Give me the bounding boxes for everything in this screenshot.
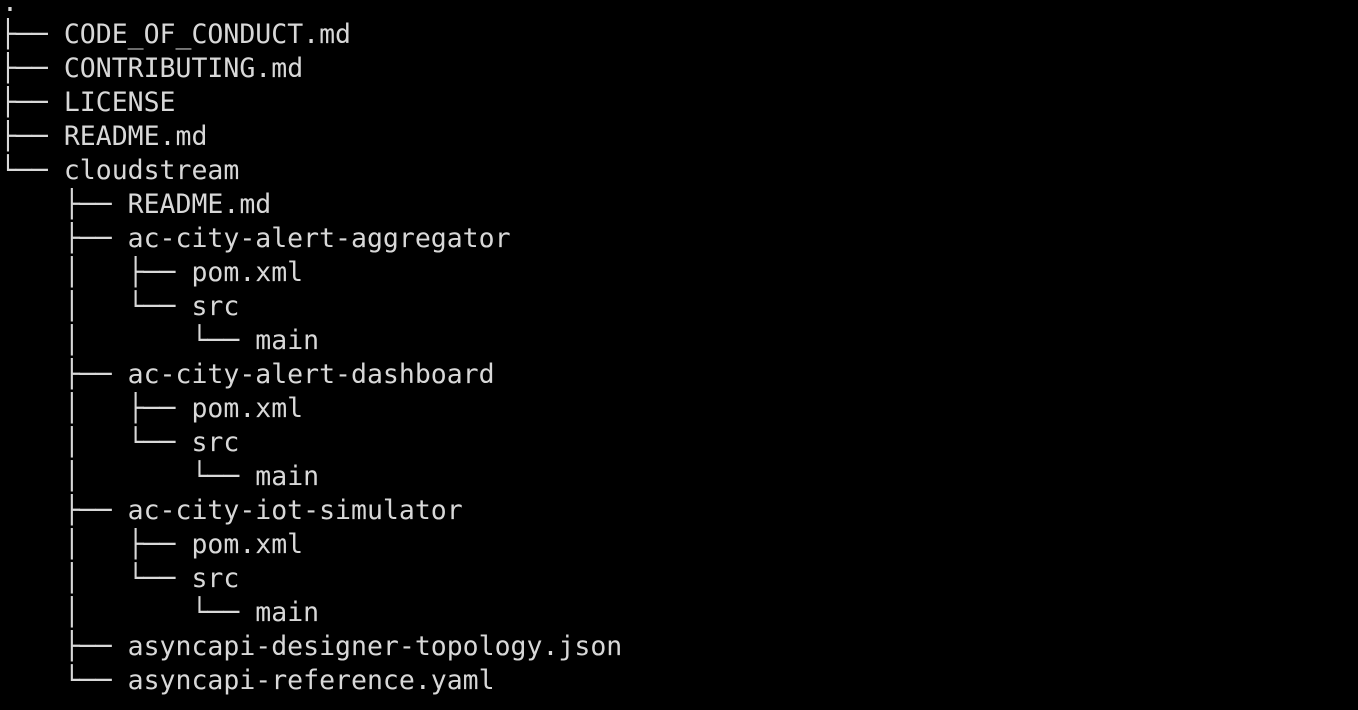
directory-name: src <box>191 427 240 458</box>
directory-name: main <box>255 325 320 356</box>
tree-branch: └── <box>0 155 64 186</box>
directory-name: src <box>191 563 240 594</box>
file-name: CODE_OF_CONDUCT.md <box>63 19 352 50</box>
directory-tree: ├── CODE_OF_CONDUCT.md ├── CONTRIBUTING.… <box>0 18 622 698</box>
tree-branch: ├── <box>0 223 128 254</box>
directory-name: cloudstream <box>63 155 240 186</box>
tree-line: │ └── main <box>0 596 622 630</box>
tree-branch: │ ├── <box>0 257 192 288</box>
file-name: asyncapi-reference.yaml <box>127 665 495 696</box>
directory-name: main <box>255 461 320 492</box>
tree-branch: ├── <box>0 189 128 220</box>
file-name: pom.xml <box>191 257 304 288</box>
tree-line: │ ├── pom.xml <box>0 528 622 562</box>
tree-line: │ └── main <box>0 460 622 494</box>
tree-branch: │ └── <box>0 325 256 356</box>
file-name: README.md <box>127 189 272 220</box>
directory-name: ac-city-iot-simulator <box>127 495 463 526</box>
tree-line: ├── ac-city-alert-aggregator <box>0 222 622 256</box>
tree-branch: │ └── <box>0 291 192 322</box>
tree-root: . <box>2 0 18 18</box>
tree-branch: ├── <box>0 121 64 152</box>
tree-line: ├── CODE_OF_CONDUCT.md <box>0 18 622 52</box>
file-name: pom.xml <box>191 529 304 560</box>
tree-line: │ └── src <box>0 426 622 460</box>
file-name: asyncapi-designer-topology.json <box>127 631 623 662</box>
tree-line: │ ├── pom.xml <box>0 256 622 290</box>
tree-line: │ └── src <box>0 290 622 324</box>
tree-branch: │ └── <box>0 461 256 492</box>
tree-branch: ├── <box>0 631 128 662</box>
tree-branch: ├── <box>0 19 64 50</box>
file-name: pom.xml <box>191 393 304 424</box>
tree-branch: ├── <box>0 53 64 84</box>
tree-branch: ├── <box>0 87 64 118</box>
directory-name: src <box>191 291 240 322</box>
tree-branch: └── <box>0 665 128 696</box>
tree-branch: │ └── <box>0 563 192 594</box>
tree-line: │ └── src <box>0 562 622 596</box>
tree-line: ├── ac-city-alert-dashboard <box>0 358 622 392</box>
file-name: README.md <box>63 121 208 152</box>
tree-line: ├── README.md <box>0 188 622 222</box>
tree-line: ├── asyncapi-designer-topology.json <box>0 630 622 664</box>
tree-line: └── cloudstream <box>0 154 622 188</box>
file-name: CONTRIBUTING.md <box>63 53 304 84</box>
tree-branch: │ └── <box>0 427 192 458</box>
directory-name: ac-city-alert-aggregator <box>127 223 511 254</box>
tree-line: ├── ac-city-iot-simulator <box>0 494 622 528</box>
tree-branch: │ └── <box>0 597 256 628</box>
directory-name: main <box>255 597 320 628</box>
tree-line: ├── CONTRIBUTING.md <box>0 52 622 86</box>
tree-line: └── asyncapi-reference.yaml <box>0 664 622 698</box>
tree-branch: ├── <box>0 359 128 390</box>
tree-line: ├── README.md <box>0 120 622 154</box>
directory-name: ac-city-alert-dashboard <box>127 359 495 390</box>
terminal-window[interactable]: . ├── CODE_OF_CONDUCT.md ├── CONTRIBUTIN… <box>0 0 1358 710</box>
tree-branch: │ ├── <box>0 529 192 560</box>
file-name: LICENSE <box>63 87 176 118</box>
tree-branch: │ ├── <box>0 393 192 424</box>
tree-branch: ├── <box>0 495 128 526</box>
tree-line: │ ├── pom.xml <box>0 392 622 426</box>
tree-line: ├── LICENSE <box>0 86 622 120</box>
tree-line: │ └── main <box>0 324 622 358</box>
